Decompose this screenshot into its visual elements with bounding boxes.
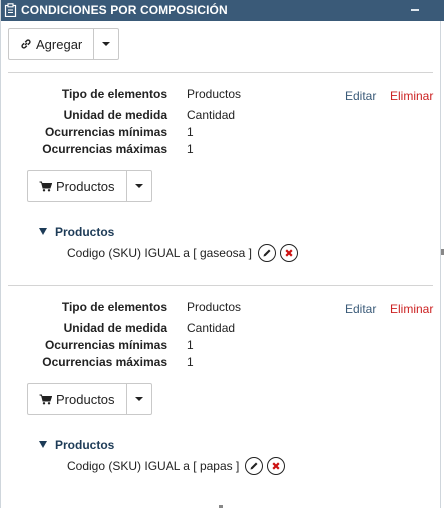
conditions-panel: CONDICIONES POR COMPOSICIÓN Agregar Tipo… bbox=[0, 0, 444, 508]
field-value-min: 1 bbox=[187, 125, 194, 139]
pencil-icon bbox=[250, 462, 258, 470]
section-divider bbox=[8, 285, 433, 286]
products-dropdown-toggle[interactable] bbox=[127, 171, 151, 201]
pencil-icon bbox=[263, 249, 271, 257]
delete-rule-button[interactable] bbox=[279, 244, 298, 262]
field-value-tipo: Productos bbox=[187, 300, 242, 314]
cart-icon bbox=[39, 181, 52, 191]
field-label-tipo: Tipo de elementos bbox=[61, 300, 167, 314]
cart-icon bbox=[39, 394, 52, 404]
products-button[interactable]: Productos bbox=[28, 384, 127, 414]
triangle-down-icon bbox=[39, 228, 47, 235]
close-icon bbox=[272, 462, 280, 470]
rule-text: Codigo (SKU) IGUAL a [ papas ] bbox=[67, 459, 240, 473]
tree-node-label: Productos bbox=[55, 438, 115, 452]
add-button[interactable]: Agregar bbox=[9, 29, 95, 59]
products-button-group: Productos bbox=[27, 170, 152, 202]
panel-header: CONDICIONES POR COMPOSICIÓN bbox=[1, 0, 444, 21]
close-icon bbox=[285, 249, 293, 257]
tree-node-label: Productos bbox=[55, 225, 115, 239]
products-button-label: Productos bbox=[56, 178, 115, 194]
link-icon bbox=[21, 39, 31, 49]
triangle-down-icon bbox=[39, 441, 47, 448]
section-divider bbox=[8, 72, 433, 73]
field-value-tipo: Productos bbox=[187, 87, 242, 101]
add-button-label: Agregar bbox=[36, 36, 83, 52]
delete-rule-button[interactable] bbox=[267, 457, 286, 475]
products-button-label: Productos bbox=[56, 391, 115, 407]
tree-node-products[interactable]: Productos bbox=[39, 225, 114, 239]
delete-link[interactable]: Eliminar bbox=[390, 89, 433, 103]
field-label-unidad: Unidad de medida bbox=[63, 108, 167, 122]
caret-down-icon bbox=[134, 397, 143, 401]
edit-link[interactable]: Editar bbox=[345, 302, 376, 316]
delete-link[interactable]: Eliminar bbox=[390, 302, 433, 316]
rule-row: Codigo (SKU) IGUAL a [ gaseosa ] bbox=[67, 244, 298, 262]
field-label-min: Ocurrencias mínimas bbox=[44, 125, 167, 139]
field-value-max: 1 bbox=[187, 355, 194, 369]
products-button-group: Productos bbox=[27, 383, 152, 415]
clipboard-icon bbox=[4, 3, 17, 17]
caret-down-icon bbox=[134, 184, 143, 188]
edit-rule-button[interactable] bbox=[257, 244, 276, 262]
add-dropdown-toggle[interactable] bbox=[94, 29, 118, 59]
field-label-unidad: Unidad de medida bbox=[63, 321, 167, 335]
products-dropdown-toggle[interactable] bbox=[127, 384, 151, 414]
products-button[interactable]: Productos bbox=[28, 171, 127, 201]
edit-link[interactable]: Editar bbox=[345, 89, 376, 103]
minimize-icon[interactable] bbox=[411, 9, 419, 11]
add-button-group: Agregar bbox=[8, 28, 120, 60]
field-label-tipo: Tipo de elementos bbox=[61, 87, 167, 101]
panel-title: CONDICIONES POR COMPOSICIÓN bbox=[21, 3, 228, 17]
edit-rule-button[interactable] bbox=[245, 457, 264, 475]
rule-text: Codigo (SKU) IGUAL a [ gaseosa ] bbox=[67, 246, 252, 260]
field-value-min: 1 bbox=[187, 338, 194, 352]
rule-row: Codigo (SKU) IGUAL a [ papas ] bbox=[67, 457, 286, 475]
field-value-unidad: Cantidad bbox=[187, 321, 236, 335]
field-value-unidad: Cantidad bbox=[187, 108, 236, 122]
field-label-max: Ocurrencias máximas bbox=[42, 142, 167, 156]
field-label-min: Ocurrencias mínimas bbox=[44, 338, 167, 352]
field-value-max: 1 bbox=[187, 142, 194, 156]
field-label-max: Ocurrencias máximas bbox=[42, 355, 167, 369]
caret-down-icon bbox=[102, 42, 111, 46]
tree-node-products[interactable]: Productos bbox=[39, 438, 114, 452]
